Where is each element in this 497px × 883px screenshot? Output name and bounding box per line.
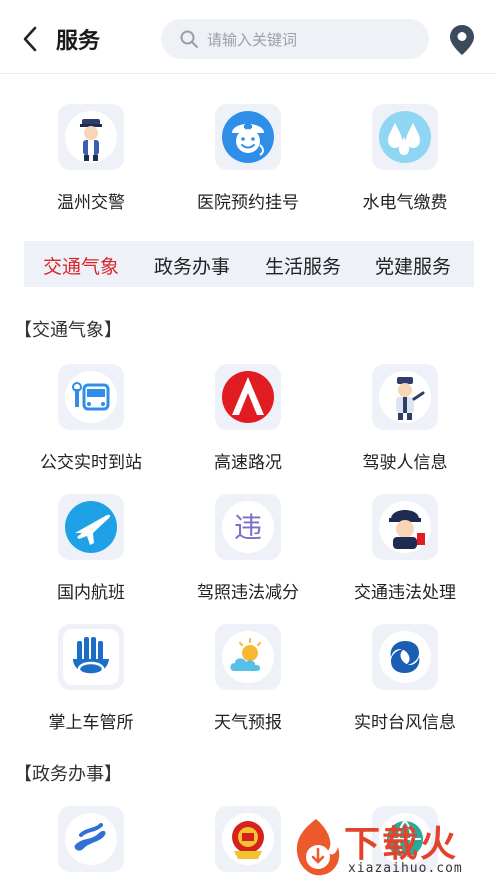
sun-cloud-icon [222, 631, 274, 683]
service-gov-item-1[interactable] [16, 806, 166, 883]
svg-text:违: 违 [234, 511, 262, 544]
watermark-brand: 下载火 [344, 824, 459, 865]
national-emblem-icon [222, 813, 274, 865]
service-wenzhou-traffic-police[interactable]: 温州交警 [16, 104, 166, 214]
water-drops-icon [379, 111, 431, 163]
service-label: 交通违法处理 [354, 583, 456, 602]
service-license-point-reduction[interactable]: 违 驾照违法减分 [173, 494, 323, 604]
service-weather-forecast[interactable]: 天气预报 [173, 624, 323, 734]
service-label: 驾驶人信息 [362, 453, 448, 472]
tab-life-services[interactable]: 生活服务 [265, 252, 341, 279]
hand-car-icon [63, 629, 119, 685]
service-mobile-vehicle-office[interactable]: 掌上车管所 [16, 624, 166, 734]
traffic-police-icon [65, 111, 117, 163]
police-cartoon-icon [379, 501, 431, 553]
search-placeholder: 请输入关键词 [207, 31, 298, 49]
service-domestic-flights[interactable]: 国内航班 [16, 494, 166, 604]
location-pin-icon[interactable] [449, 24, 475, 56]
flame-logo-icon [296, 819, 340, 876]
running-figure-icon [65, 813, 117, 865]
airplane-icon [65, 501, 117, 553]
tab-traffic-weather[interactable]: 交通气象 [43, 252, 119, 279]
service-driver-info[interactable]: 驾驶人信息 [330, 364, 480, 474]
section-title-traffic-weather: 【交通气象】 [14, 320, 122, 340]
nurse-icon [222, 111, 274, 163]
tab-government-affairs[interactable]: 政务办事 [154, 252, 230, 279]
highway-logo-icon [222, 371, 274, 423]
service-highway-conditions[interactable]: 高速路况 [173, 364, 323, 474]
service-utility-payment[interactable]: 水电气缴费 [330, 104, 480, 214]
watermark: 下载火 xiazaihuo.com [288, 815, 497, 883]
service-traffic-violation[interactable]: 交通违法处理 [330, 494, 480, 604]
violation-character-icon: 违 [222, 501, 274, 553]
search-icon [180, 30, 198, 48]
service-label: 驾照违法减分 [197, 583, 299, 602]
tab-party-services[interactable]: 党建服务 [375, 252, 451, 279]
service-hospital-appointment[interactable]: 医院预约挂号 [173, 104, 323, 214]
service-bus-arrival[interactable]: 公交实时到站 [16, 364, 166, 474]
section-title-government-affairs: 【政务办事】 [14, 764, 122, 784]
category-tabs: 交通气象 政务办事 生活服务 党建服务 [24, 241, 474, 287]
watermark-url: xiazaihuo.com [348, 861, 463, 876]
service-label: 公交实时到站 [40, 453, 142, 472]
bus-icon [65, 371, 117, 423]
page-title: 服务 [56, 29, 101, 54]
service-label: 实时台风信息 [354, 713, 456, 732]
service-label: 温州交警 [57, 193, 125, 212]
service-typhoon-info[interactable]: 实时台风信息 [330, 624, 480, 734]
service-label: 医院预约挂号 [197, 193, 299, 212]
service-label: 掌上车管所 [48, 713, 134, 732]
top-bar: 服务 请输入关键词 [0, 0, 497, 74]
typhoon-icon [379, 631, 431, 683]
police-officer-icon [379, 371, 431, 423]
back-arrow-icon[interactable] [20, 24, 40, 54]
service-label: 高速路况 [214, 453, 282, 472]
service-label: 水电气缴费 [362, 193, 448, 212]
service-label: 天气预报 [214, 713, 282, 732]
service-label: 国内航班 [57, 583, 125, 602]
search-input[interactable]: 请输入关键词 [161, 19, 429, 59]
